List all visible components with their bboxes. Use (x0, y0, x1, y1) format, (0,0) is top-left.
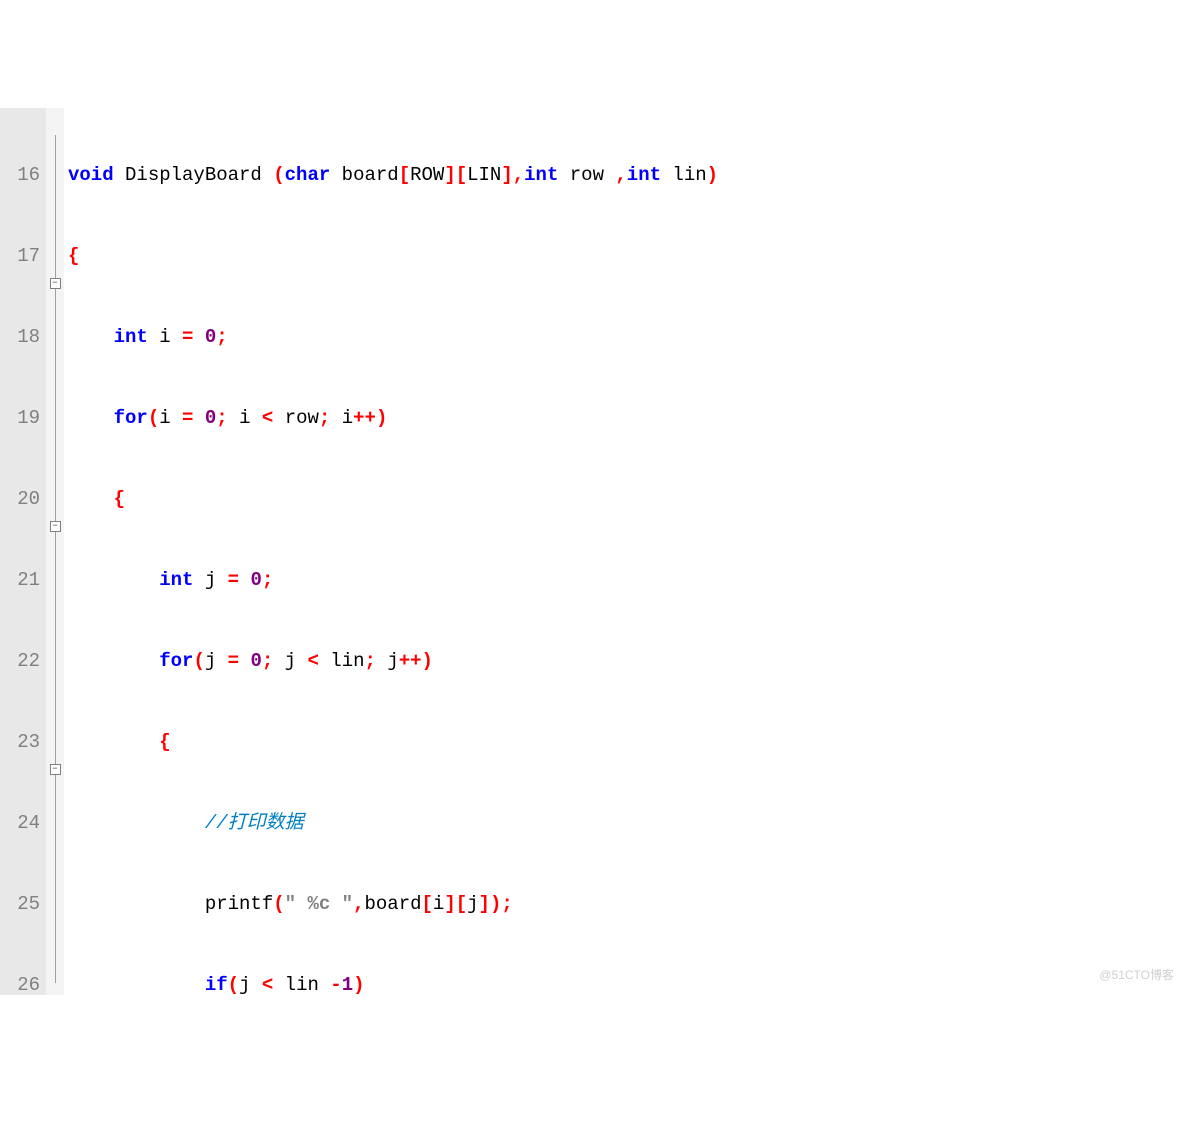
code-line[interactable]: void DisplayBoard (char board[ROW][LIN],… (64, 162, 1184, 189)
line-number: 20 (0, 486, 40, 513)
line-number: 18 (0, 324, 40, 351)
line-number-gutter: 16 17 18 19 20 21 22 23 24 25 26 27 28 2… (0, 108, 46, 995)
fold-toggle-icon[interactable]: − (50, 764, 61, 775)
code-line[interactable]: { (64, 486, 1184, 513)
code-line[interactable]: { (64, 243, 1184, 270)
line-number: 25 (0, 891, 40, 918)
code-editor: 16 17 18 19 20 21 22 23 24 25 26 27 28 2… (0, 108, 1184, 995)
code-line[interactable]: for(j = 0; j < lin; j++) (64, 648, 1184, 675)
fold-column: − − − − − − − (46, 108, 64, 995)
code-line[interactable]: for(i = 0; i < row; i++) (64, 405, 1184, 432)
code-line[interactable]: printf(" %c ",board[i][j]); (64, 891, 1184, 918)
line-number: 22 (0, 648, 40, 675)
line-number: 24 (0, 810, 40, 837)
code-line[interactable]: if(j < lin -1) (64, 972, 1184, 995)
line-number: 21 (0, 567, 40, 594)
line-number: 17 (0, 243, 40, 270)
code-line[interactable]: //打印数据 (64, 810, 1184, 837)
code-line[interactable]: { (64, 729, 1184, 756)
line-number: 16 (0, 162, 40, 189)
code-area[interactable]: void DisplayBoard (char board[ROW][LIN],… (64, 108, 1184, 995)
fold-toggle-icon[interactable]: − (50, 278, 61, 289)
code-line[interactable]: int i = 0; (64, 324, 1184, 351)
code-line[interactable]: int j = 0; (64, 567, 1184, 594)
line-number: 26 (0, 972, 40, 995)
fold-toggle-icon[interactable]: − (50, 521, 61, 532)
line-number: 19 (0, 405, 40, 432)
watermark-text: @51CTO博客 (1099, 962, 1174, 989)
line-number: 23 (0, 729, 40, 756)
